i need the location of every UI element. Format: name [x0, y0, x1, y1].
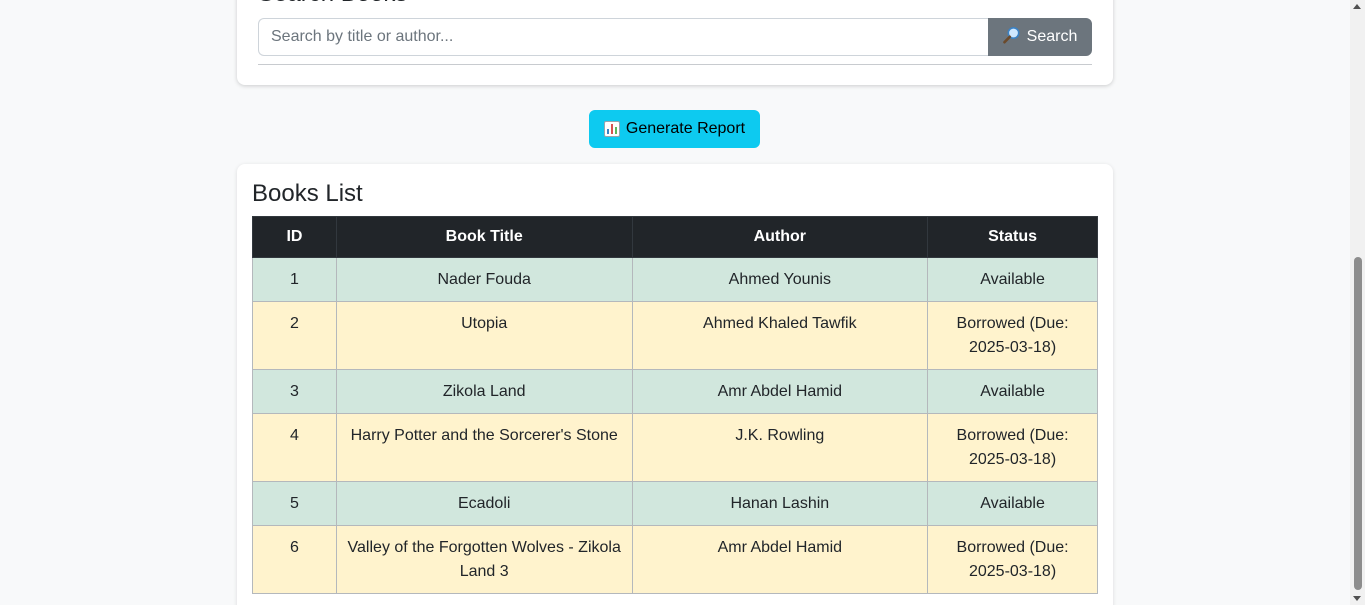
search-title: Search Books — [258, 0, 407, 8]
cell-title: Ecadoli — [335, 481, 633, 526]
cell-title: Valley of the Forgotten Wolves - Zikola … — [335, 525, 633, 594]
scroll-up-arrow-icon[interactable] — [1353, 4, 1361, 9]
cell-author: Hanan Lashin — [631, 481, 929, 526]
cell-author: Ahmed Younis — [631, 257, 929, 302]
search-divider — [258, 64, 1092, 65]
cell-id: 5 — [252, 481, 337, 526]
cell-status: Available — [927, 481, 1098, 526]
column-header-author: Author — [631, 216, 929, 258]
books-list-title: Books List — [252, 180, 363, 207]
search-card: Search Books Search — [237, 0, 1113, 85]
search-button-label: Search — [1026, 28, 1078, 45]
table-row: 6 Valley of the Forgotten Wolves - Zikol… — [252, 525, 1098, 594]
cell-status: Available — [927, 257, 1098, 302]
scrollbar-thumb[interactable] — [1354, 257, 1362, 590]
cell-id: 3 — [252, 369, 337, 414]
column-header-id: ID — [252, 216, 337, 258]
cell-id: 6 — [252, 525, 337, 594]
cell-title: Zikola Land — [335, 369, 633, 414]
bar-chart-icon — [603, 121, 620, 137]
table-row: 2 Utopia Ahmed Khaled Tawfik Borrowed (D… — [252, 301, 1098, 370]
table-row: 3 Zikola Land Amr Abdel Hamid Available — [252, 369, 1098, 414]
table-header-row: ID Book Title Author Status — [252, 216, 1098, 258]
cell-status: Borrowed (Due: 2025-03-18) — [927, 301, 1098, 370]
cell-id: 2 — [252, 301, 337, 370]
table-row: 1 Nader Fouda Ahmed Younis Available — [252, 257, 1098, 302]
page-scrollbar[interactable] — [1350, 0, 1365, 605]
cell-status: Borrowed (Due: 2025-03-18) — [927, 525, 1098, 594]
cell-title: Utopia — [335, 301, 633, 370]
cell-status: Borrowed (Due: 2025-03-18) — [927, 413, 1098, 482]
magnifier-icon — [1002, 26, 1021, 49]
generate-report-label: Generate Report — [625, 120, 746, 137]
search-input[interactable] — [258, 18, 988, 56]
cell-status: Available — [927, 369, 1098, 414]
cell-id: 4 — [252, 413, 337, 482]
generate-report-button[interactable]: Generate Report — [589, 110, 760, 148]
search-row: Search — [258, 18, 1092, 56]
books-table: ID Book Title Author Status 1 Nader Foud… — [252, 216, 1098, 594]
books-list-card: Books List ID Book Title Author Status 1… — [237, 164, 1113, 605]
cell-author: Amr Abdel Hamid — [631, 369, 929, 414]
column-header-title: Book Title — [335, 216, 633, 258]
cell-author: Amr Abdel Hamid — [631, 525, 929, 594]
cell-id: 1 — [252, 257, 337, 302]
table-row: 4 Harry Potter and the Sorcerer's Stone … — [252, 413, 1098, 482]
cell-author: Ahmed Khaled Tawfik — [631, 301, 929, 370]
scroll-down-arrow-icon[interactable] — [1353, 596, 1361, 601]
table-row: 5 Ecadoli Hanan Lashin Available — [252, 481, 1098, 526]
cell-title: Harry Potter and the Sorcerer's Stone — [335, 413, 633, 482]
cell-title: Nader Fouda — [335, 257, 633, 302]
column-header-status: Status — [927, 216, 1098, 258]
cell-author: J.K. Rowling — [631, 413, 929, 482]
search-button[interactable]: Search — [988, 18, 1092, 56]
